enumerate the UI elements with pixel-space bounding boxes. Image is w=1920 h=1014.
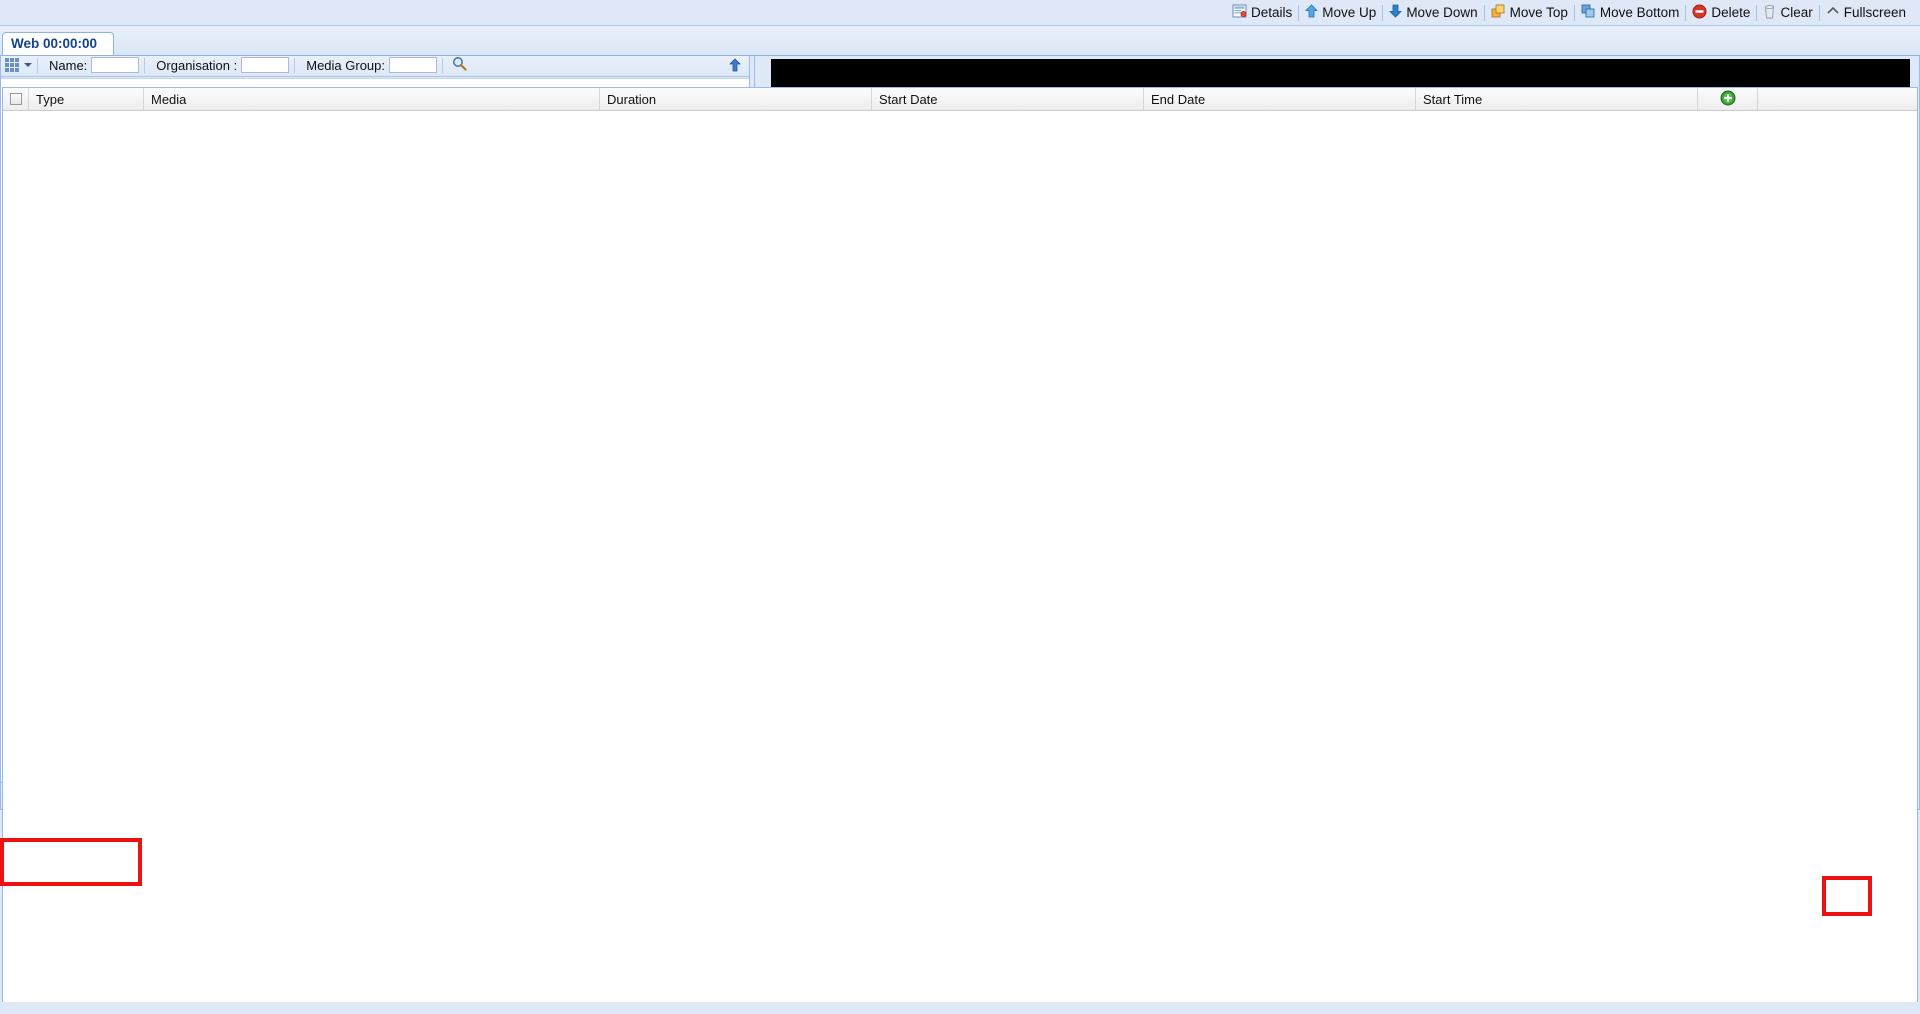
move-top-icon xyxy=(1491,4,1506,21)
move-down-button[interactable]: Move Down xyxy=(1383,4,1483,21)
organisation-label: Organisation : xyxy=(156,58,237,73)
fullscreen-chevron-icon xyxy=(1826,5,1840,21)
magnifier-icon[interactable] xyxy=(452,56,467,74)
column-header-start-time[interactable]: Start Time xyxy=(1416,88,1698,110)
up-arrow-icon[interactable] xyxy=(729,58,741,72)
move-top-label: Move Top xyxy=(1510,5,1568,20)
move-top-button[interactable]: Move Top xyxy=(1485,4,1574,21)
toolbar-separator xyxy=(442,58,443,73)
move-bottom-label: Move Bottom xyxy=(1600,5,1680,20)
organisation-input[interactable] xyxy=(241,57,289,73)
chevron-down-icon[interactable] xyxy=(24,63,32,67)
column-header-duration[interactable]: Duration xyxy=(600,88,872,110)
move-bottom-button[interactable]: Move Bottom xyxy=(1575,4,1686,21)
name-input[interactable] xyxy=(91,57,139,73)
arrow-up-icon xyxy=(1305,4,1318,21)
toolbar-separator xyxy=(294,58,295,73)
application-window: Items Image Video Music RSS Word PPT Exc… xyxy=(0,0,1920,1014)
playlist-region-tabstrip: Web 00:00:00 xyxy=(0,25,1920,56)
delete-label: Delete xyxy=(1711,5,1750,20)
details-icon xyxy=(1232,4,1247,21)
arrow-down-icon xyxy=(1389,4,1402,21)
column-header-end-date[interactable]: End Date xyxy=(1144,88,1416,110)
playlist-grid-header: Type Media Duration Start Date End Date … xyxy=(3,88,1917,111)
grid-view-icon[interactable] xyxy=(5,58,20,72)
playlist-grid: Type Media Duration Start Date End Date … xyxy=(2,87,1918,1004)
items-filter-toolbar: Name: Organisation : Media Group: xyxy=(1,54,749,77)
name-label: Name: xyxy=(49,58,87,73)
trash-icon xyxy=(1763,4,1776,22)
media-group-input[interactable] xyxy=(389,57,437,73)
column-header-start-date[interactable]: Start Date xyxy=(872,88,1144,110)
fullscreen-button[interactable]: Fullscreen xyxy=(1820,5,1912,21)
move-down-label: Move Down xyxy=(1406,5,1477,20)
media-group-label: Media Group: xyxy=(306,58,385,73)
clear-label: Clear xyxy=(1780,5,1812,20)
toolbar-separator xyxy=(144,58,145,73)
move-bottom-icon xyxy=(1581,4,1596,21)
move-up-button[interactable]: Move Up xyxy=(1299,4,1382,21)
select-all-checkbox[interactable] xyxy=(10,93,22,105)
column-header-filler xyxy=(1758,88,1917,110)
playlist-grid-body[interactable] xyxy=(3,111,1917,1003)
fullscreen-label: Fullscreen xyxy=(1844,5,1906,20)
grid-select-all-header[interactable] xyxy=(3,88,29,110)
details-label: Details xyxy=(1251,5,1292,20)
playlist-panel-footer xyxy=(0,1002,1920,1014)
column-header-media[interactable]: Media xyxy=(144,88,600,110)
column-header-add[interactable] xyxy=(1698,88,1758,110)
column-header-type[interactable]: Type xyxy=(29,88,144,110)
playlist-grid-panel: Details Move Up Move Down xyxy=(0,0,1920,198)
delete-icon xyxy=(1692,4,1707,22)
move-up-label: Move Up xyxy=(1322,5,1376,20)
toolbar-separator xyxy=(37,58,38,73)
details-button[interactable]: Details xyxy=(1226,4,1298,21)
playlist-tab-web[interactable]: Web 00:00:00 xyxy=(2,32,114,55)
add-green-plus-icon[interactable] xyxy=(1720,90,1736,109)
playlist-toolbar: Details Move Up Move Down xyxy=(0,0,1920,25)
clear-button[interactable]: Clear xyxy=(1757,4,1818,22)
delete-button[interactable]: Delete xyxy=(1686,4,1756,22)
